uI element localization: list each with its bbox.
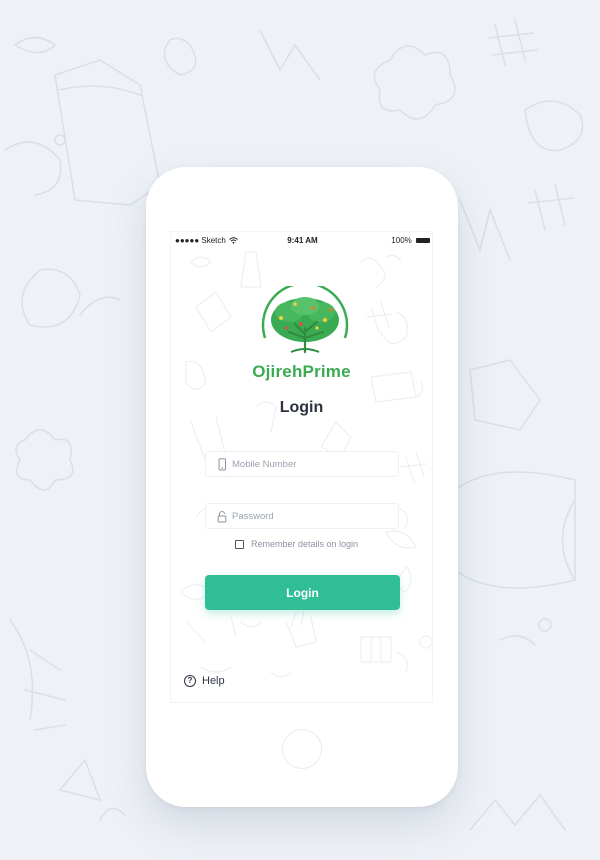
battery-icon xyxy=(416,238,430,244)
brand-name: OjirehPrime xyxy=(252,362,351,381)
help-label: Help xyxy=(202,675,225,687)
app-screen: ●●●●● Sketch 9:41 AM 100% OjirehPrime Lo… xyxy=(170,231,433,703)
password-input[interactable] xyxy=(232,504,392,528)
remember-checkbox[interactable] xyxy=(235,539,244,549)
page-title: Login xyxy=(279,399,324,416)
login-button[interactable]: Login xyxy=(205,575,400,610)
lock-icon xyxy=(217,511,227,523)
battery-percent: 100% xyxy=(391,236,412,245)
phone-frame: ●●●●● Sketch 9:41 AM 100% OjirehPrime Lo… xyxy=(146,167,458,807)
tree-logo xyxy=(261,286,349,354)
question-circle-icon: ? xyxy=(184,675,196,687)
status-bar: ●●●●● Sketch 9:41 AM 100% xyxy=(171,234,432,248)
battery-indicator: 100% xyxy=(391,236,430,245)
mobile-phone-icon xyxy=(218,458,226,471)
password-field[interactable] xyxy=(205,503,399,529)
help-link[interactable]: ? Help xyxy=(184,675,225,687)
home-button[interactable] xyxy=(282,729,322,769)
remember-label: Remember details on login xyxy=(251,539,359,549)
mobile-number-input[interactable] xyxy=(232,452,392,476)
remember-details-option[interactable]: Remember details on login xyxy=(235,539,358,549)
mobile-number-field[interactable] xyxy=(205,451,399,477)
